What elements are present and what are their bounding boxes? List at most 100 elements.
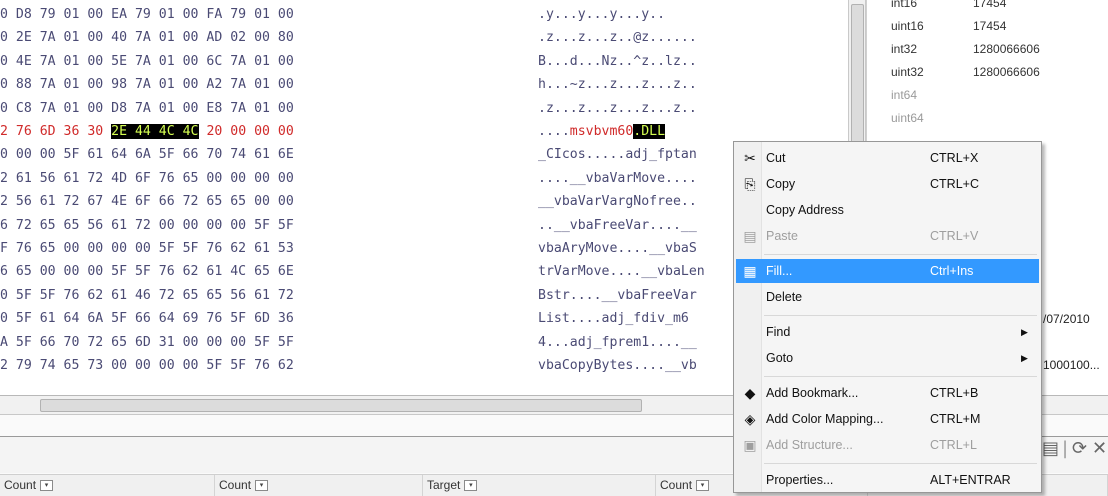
submenu-arrow-icon: ▶ xyxy=(1021,353,1028,363)
ascii-text[interactable]: .y...y...y...y.. xyxy=(538,4,843,26)
hex-bytes[interactable]: 2 79 74 65 73 00 00 00 00 5F 5F 76 62 xyxy=(0,355,530,377)
hex-bytes[interactable]: 0 D8 79 01 00 EA 79 01 00 FA 79 01 00 xyxy=(0,4,530,26)
color-mapping-icon: ◈ xyxy=(744,411,756,427)
column-header-label: Count xyxy=(219,478,252,492)
menu-item-shortcut: CTRL+X xyxy=(930,151,979,165)
hex-bytes[interactable]: 0 2E 7A 01 00 40 7A 01 00 AD 02 00 80 xyxy=(0,27,530,49)
menu-item-label: Properties... xyxy=(766,473,834,487)
menu-item-copy-address[interactable]: Copy Address xyxy=(736,198,1039,222)
column-header-label: Count xyxy=(660,478,693,492)
menu-item-label: Goto xyxy=(766,351,794,365)
ascii-text[interactable]: .z...z...z..@z...... xyxy=(538,27,843,49)
column-header-label: Count xyxy=(4,478,37,492)
filter-icon[interactable]: ▾ xyxy=(696,480,710,492)
hex-bytes-prefix: 2 76 6D 36 30 xyxy=(0,124,112,139)
menu-item-fill[interactable]: ▦ Fill... Ctrl+Ins xyxy=(736,259,1039,283)
ascii-text[interactable]: h...~z...z...z...z.. xyxy=(538,74,843,96)
menu-item-paste: ▤ Paste CTRL+V xyxy=(736,224,1039,248)
menu-item-label: Paste xyxy=(766,229,798,243)
menu-item-properties[interactable]: Properties... ALT+ENTRAR xyxy=(736,468,1039,492)
scissors-icon: ✂ xyxy=(744,150,756,166)
filter-icon[interactable]: ▾ xyxy=(464,480,478,492)
column-header[interactable]: Count▾ xyxy=(0,475,215,496)
context-menu: ✂ Cut CTRL+X ⎘ Copy CTRL+C Copy Address ▤ Paste C… xyxy=(733,141,1042,493)
menu-item-delete[interactable]: Delete xyxy=(736,285,1039,309)
menu-item-add-color-mapping[interactable]: ◈ Add Color Mapping... CTRL+M xyxy=(736,407,1039,431)
submenu-arrow-icon: ▶ xyxy=(1021,327,1028,337)
close-icon[interactable]: ✕ xyxy=(1092,438,1107,459)
inspector-value: 17454 xyxy=(973,19,1007,33)
menu-item-label: Copy xyxy=(766,177,796,191)
hex-bytes[interactable]: 2 61 56 61 72 4D 6F 76 65 00 00 00 00 xyxy=(0,168,530,190)
column-header[interactable]: Target ▾ xyxy=(423,475,656,496)
structure-icon: ▣ xyxy=(743,437,757,453)
fill-icon: ▦ xyxy=(743,263,757,279)
refresh-icon[interactable]: ⟳ xyxy=(1072,438,1087,459)
inspector-row[interactable]: uint32 1280066606 xyxy=(867,61,1108,83)
menu-item-shortcut: CTRL+C xyxy=(930,177,979,191)
column-header-label: Target xyxy=(427,478,461,492)
inspector-row[interactable]: int32 1280066606 xyxy=(867,38,1108,60)
inspector-row[interactable]: uint64 xyxy=(867,107,1108,129)
inspector-row[interactable]: uint16 17454 xyxy=(867,15,1108,37)
menu-item-shortcut: ALT+ENTRAR xyxy=(930,473,1011,487)
menu-separator xyxy=(764,315,1037,316)
column-header[interactable]: Count▾ xyxy=(215,475,423,496)
hex-bytes[interactable]: 0 5F 5F 76 62 61 46 72 65 65 56 61 72 xyxy=(0,285,530,307)
menu-item-label: Copy Address xyxy=(766,203,844,217)
inspector-type: int32 xyxy=(891,42,918,56)
filter-icon[interactable]: ▾ xyxy=(40,480,54,492)
menu-item-shortcut: CTRL+V xyxy=(930,229,979,243)
ascii-module-name: msvbvm60 xyxy=(569,124,634,139)
inspector-type: int16 xyxy=(891,0,918,10)
hex-bytes-suffix: 20 00 00 00 xyxy=(198,124,294,139)
menu-item-add-structure: ▣ Add Structure... CTRL+L xyxy=(736,433,1039,457)
inspector-row[interactable]: int16 17454 xyxy=(867,0,1108,14)
inspector-value: 1280066606 xyxy=(973,65,1040,79)
ascii-text[interactable]: .z...z...z...z...z.. xyxy=(538,98,843,120)
menu-item-cut[interactable]: ✂ Cut CTRL+X xyxy=(736,146,1039,170)
ascii-prefix: .... xyxy=(538,124,570,139)
hex-bytes[interactable]: 2 76 6D 36 30 2E 44 4C 4C 20 00 00 00 xyxy=(0,121,530,143)
inspector-type: int64 xyxy=(891,88,918,102)
hex-selection[interactable]: 2E 44 4C 4C xyxy=(111,124,199,139)
copy-icon: ⎘ xyxy=(744,176,756,192)
filter-icon[interactable]: ▾ xyxy=(255,480,269,492)
menu-item-add-bookmark[interactable]: ◆ Add Bookmark... CTRL+B xyxy=(736,381,1039,405)
horizontal-scroll-thumb[interactable] xyxy=(40,399,642,412)
menu-item-label: Add Color Mapping... xyxy=(766,412,884,426)
hex-bytes[interactable]: 6 65 00 00 00 5F 5F 76 62 61 4C 65 6E xyxy=(0,261,530,283)
menu-item-shortcut: CTRL+M xyxy=(930,412,981,426)
ascii-text[interactable]: B...d...Nz..^z..lz.. xyxy=(538,51,843,73)
menu-item-goto[interactable]: Goto ▶ xyxy=(736,346,1039,370)
ascii-selection[interactable]: .DLL xyxy=(633,124,666,139)
menu-separator xyxy=(764,376,1037,377)
hex-bytes[interactable]: 0 4E 7A 01 00 5E 7A 01 00 6C 7A 01 00 xyxy=(0,51,530,73)
inspector-value: 1280066606 xyxy=(973,42,1040,56)
hex-editor-pane[interactable]: 0 D8 79 01 00 EA 79 01 00 FA 79 01 00 .y.… xyxy=(0,0,845,395)
export-icon[interactable]: ▤ xyxy=(1042,438,1059,459)
hex-bytes[interactable]: 0 5F 61 64 6A 5F 66 64 69 76 5F 6D 36 xyxy=(0,308,530,330)
hex-bytes[interactable]: 0 88 7A 01 00 98 7A 01 00 A2 7A 01 00 xyxy=(0,74,530,96)
menu-item-shortcut: CTRL+B xyxy=(930,386,979,400)
menu-separator xyxy=(764,463,1037,464)
menu-item-shortcut: Ctrl+Ins xyxy=(930,264,974,278)
inspector-binary-value: 1000100... xyxy=(1043,358,1100,372)
hex-bytes[interactable]: 2 56 61 72 67 4E 6F 66 72 65 65 00 00 xyxy=(0,191,530,213)
hex-bytes[interactable]: F 76 65 00 00 00 00 5F 5F 76 62 61 53 xyxy=(0,238,530,260)
menu-item-label: Cut xyxy=(766,151,786,165)
inspector-row[interactable]: int64 xyxy=(867,84,1108,106)
inspector-type: uint64 xyxy=(891,111,924,125)
menu-item-shortcut: CTRL+L xyxy=(930,438,977,452)
inspector-type: uint32 xyxy=(891,65,924,79)
hex-bytes[interactable]: A 5F 66 70 72 65 6D 31 00 00 00 5F 5F xyxy=(0,332,530,354)
menu-item-find[interactable]: Find ▶ xyxy=(736,320,1039,344)
ascii-text[interactable]: ....msvbvm60.DLL xyxy=(538,121,843,143)
hex-bytes[interactable]: 0 00 00 5F 61 64 6A 5F 66 70 74 61 6E xyxy=(0,144,530,166)
menu-item-copy[interactable]: ⎘ Copy CTRL+C xyxy=(736,172,1039,196)
inspector-date-value: /07/2010 xyxy=(1043,312,1090,326)
hex-bytes[interactable]: 6 72 65 65 56 61 72 00 00 00 00 5F 5F xyxy=(0,215,530,237)
inspector-value: 17454 xyxy=(973,0,1007,10)
hex-bytes[interactable]: 0 C8 7A 01 00 D8 7A 01 00 E8 7A 01 00 xyxy=(0,98,530,120)
bookmark-icon: ◆ xyxy=(744,385,756,401)
